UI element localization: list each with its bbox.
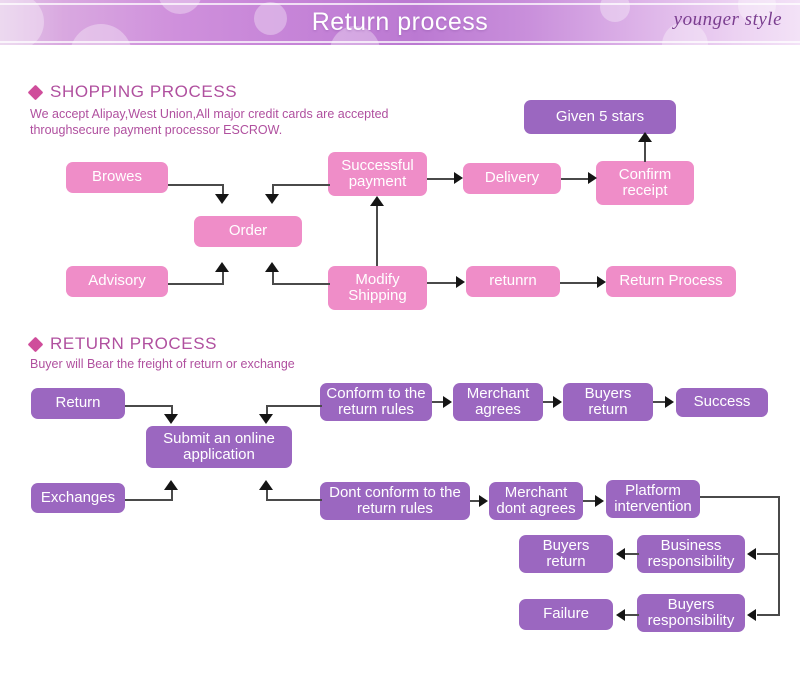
connector-arrow-down: [215, 194, 229, 204]
flow-box-modify-shipping[interactable]: Modify Shipping: [328, 266, 427, 310]
return-process-heading-text: RETURN PROCESS: [50, 334, 218, 353]
flow-box-merchant-dont-agrees[interactable]: Merchant dont agrees: [489, 482, 583, 520]
connector-line: [168, 184, 224, 186]
connector-line: [125, 405, 173, 407]
connector-line: [700, 496, 780, 498]
flow-box-platform-intervention[interactable]: Platform intervention: [606, 480, 700, 518]
connector-arrow-down: [265, 194, 279, 204]
page-root: Return process younger style SHOPPING PR…: [0, 0, 800, 695]
flow-box-delivery[interactable]: Delivery: [463, 163, 561, 194]
shopping-process-heading-text: SHOPPING PROCESS: [50, 82, 238, 101]
connector-line: [561, 178, 589, 180]
flow-box-business-responsibility[interactable]: Business responsibility: [637, 535, 745, 573]
connector-arrow-left: [747, 548, 756, 560]
connector-line: [560, 282, 598, 284]
connector-line: [125, 499, 173, 501]
brand-logo: younger style: [673, 9, 782, 30]
flow-box-buyers-return-business[interactable]: Buyers return: [519, 535, 613, 573]
connector-line: [171, 489, 173, 500]
connector-arrow-up: [370, 196, 384, 206]
connector-line: [625, 553, 639, 555]
shopping-process-subtitle: We accept Alipay,West Union,All major cr…: [30, 107, 389, 137]
flow-box-dont-conform-return-rules[interactable]: Dont conform to the return rules: [320, 482, 470, 520]
connector-arrow-left: [616, 548, 625, 560]
flow-box-buyers-return-success[interactable]: Buyers return: [563, 383, 653, 421]
diamond-bullet-icon: [27, 336, 44, 352]
connector-arrow-down: [164, 414, 178, 424]
flow-box-return[interactable]: Return: [31, 388, 125, 419]
connector-arrow-left: [747, 609, 756, 621]
connector-arrow-down: [259, 414, 273, 424]
flow-box-advisory[interactable]: Advisory: [66, 266, 168, 297]
flow-box-failure[interactable]: Failure: [519, 599, 613, 630]
flow-box-submit-online-application[interactable]: Submit an online application: [146, 426, 292, 468]
connector-line: [272, 271, 274, 284]
flow-box-return-process[interactable]: Return Process: [606, 266, 736, 297]
connector-arrow-up: [164, 480, 178, 490]
connector-line: [266, 405, 322, 407]
flow-box-conform-return-rules[interactable]: Conform to the return rules: [320, 383, 432, 421]
connector-arrow-right: [595, 495, 604, 507]
connector-arrow-right: [479, 495, 488, 507]
connector-line: [427, 282, 457, 284]
diamond-bullet-icon: [27, 84, 44, 100]
connector-line: [757, 553, 780, 555]
connector-arrow-up: [259, 480, 273, 490]
connector-arrow-right: [443, 396, 452, 408]
flow-box-successful-payment[interactable]: Successful payment: [328, 152, 427, 196]
connector-line: [272, 283, 330, 285]
connector-arrow-up: [638, 132, 652, 142]
connector-arrow-right: [597, 276, 606, 288]
flow-box-confirm-receipt[interactable]: Confirm receipt: [596, 161, 694, 205]
connector-line: [272, 184, 330, 186]
connector-arrow-right: [456, 276, 465, 288]
shopping-process-heading: SHOPPING PROCESS: [27, 82, 238, 102]
flow-box-exchanges[interactable]: Exchanges: [31, 483, 125, 513]
connector-arrow-right: [454, 172, 463, 184]
connector-line: [376, 206, 378, 266]
connector-arrow-up: [265, 262, 279, 272]
flow-box-order[interactable]: Order: [194, 216, 302, 247]
flow-box-returnn[interactable]: retunrn: [466, 266, 560, 297]
connector-line: [266, 499, 322, 501]
connector-arrow-up: [215, 262, 229, 272]
connector-line: [427, 178, 455, 180]
connector-arrow-left: [616, 609, 625, 621]
return-process-subtitle: Buyer will Bear the freight of return or…: [30, 357, 295, 371]
connector-line: [644, 142, 646, 162]
return-process-heading: RETURN PROCESS: [27, 334, 218, 354]
flow-box-success[interactable]: Success: [676, 388, 768, 417]
flow-box-merchant-agrees[interactable]: Merchant agrees: [453, 383, 543, 421]
connector-arrow-right: [588, 172, 597, 184]
connector-line: [222, 271, 224, 284]
connector-line: [168, 283, 224, 285]
connector-line: [757, 614, 780, 616]
flow-box-buyers-responsibility[interactable]: Buyers responsibility: [637, 594, 745, 632]
connector-line: [625, 614, 639, 616]
connector-line: [778, 496, 780, 616]
flow-box-given-5-stars[interactable]: Given 5 stars: [524, 100, 676, 134]
connector-line: [266, 489, 268, 500]
connector-arrow-right: [665, 396, 674, 408]
connector-arrow-right: [553, 396, 562, 408]
flow-box-browes[interactable]: Browes: [66, 162, 168, 193]
